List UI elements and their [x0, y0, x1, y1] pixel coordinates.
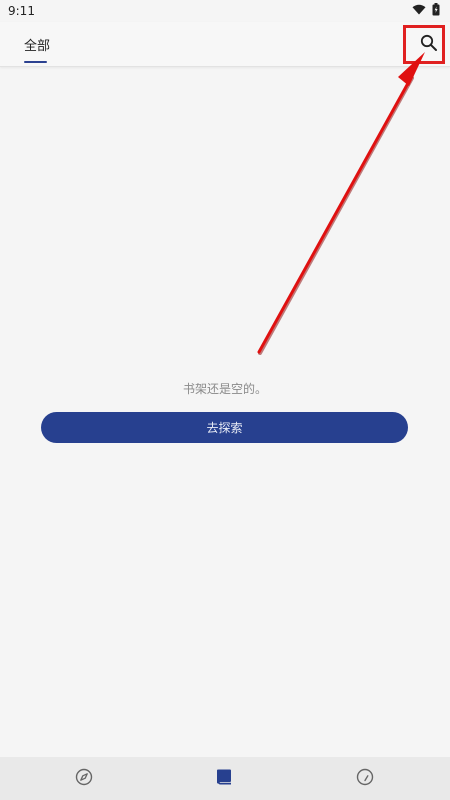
nav-item-explore[interactable]	[72, 767, 96, 791]
annotation-arrow	[257, 52, 425, 355]
top-app-bar: 全部	[0, 22, 450, 67]
compass-icon	[75, 768, 93, 790]
explore-button[interactable]: 去探索	[41, 412, 408, 443]
wifi-icon	[412, 4, 426, 18]
empty-bookshelf-message: 书架还是空的。	[182, 382, 267, 396]
bottom-navigation	[0, 757, 450, 800]
tab-indicator	[24, 61, 47, 63]
clock-icon	[356, 768, 374, 790]
status-icons	[412, 3, 440, 19]
book-icon	[215, 768, 233, 790]
nav-item-history[interactable]	[353, 767, 377, 791]
annotation-highlight-box	[403, 25, 445, 64]
tab-all-label: 全部	[24, 39, 51, 54]
bookshelf-screen: 9:11 全部 书架还是空的。 去探索	[0, 0, 450, 800]
status-time: 9:11	[8, 4, 35, 18]
status-bar: 9:11	[0, 0, 450, 22]
battery-icon	[432, 3, 440, 19]
nav-item-bookshelf[interactable]	[212, 767, 236, 791]
